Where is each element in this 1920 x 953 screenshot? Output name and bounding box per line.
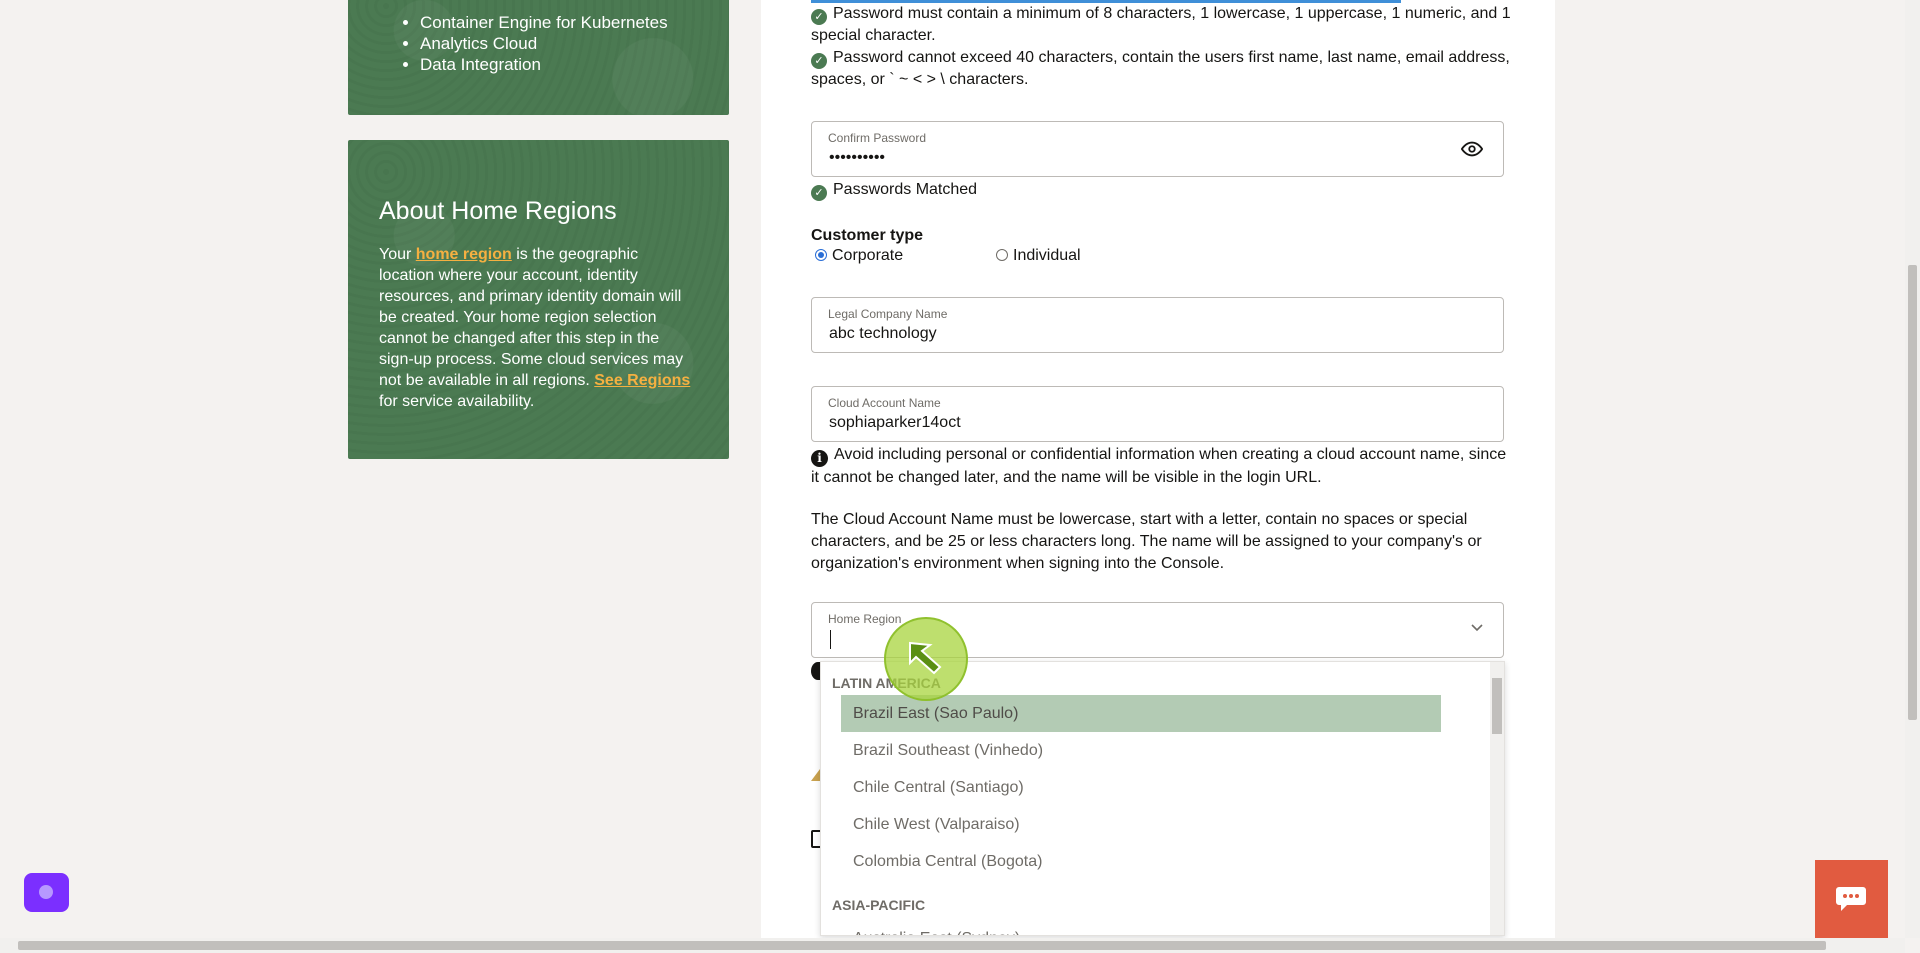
passwords-matched-text: Passwords Matched	[833, 181, 978, 198]
home-region-label: Home Region	[828, 612, 902, 626]
see-regions-link[interactable]: See Regions	[594, 372, 690, 389]
legal-company-name-label: Legal Company Name	[828, 307, 948, 321]
dropdown-scrollbar[interactable]	[1490, 662, 1504, 935]
assistant-launcher-icon[interactable]	[24, 873, 69, 912]
about-text-part: for service availability.	[379, 393, 535, 410]
option-chile-central[interactable]: Chile Central (Santiago)	[841, 769, 1441, 806]
option-colombia-central[interactable]: Colombia Central (Bogota)	[841, 843, 1441, 880]
chat-bubble-icon	[1836, 887, 1866, 911]
info-icon: i	[811, 450, 828, 467]
confirm-password-field[interactable]: Confirm Password ••••••••••	[811, 121, 1504, 177]
check-icon: ✓	[811, 53, 827, 69]
check-icon: ✓	[811, 185, 827, 201]
cursor-arrow-icon	[909, 641, 942, 675]
option-australia-east[interactable]: Australia East (Sydney)	[841, 920, 1441, 935]
radio-label: Individual	[1013, 247, 1081, 264]
cloud-account-name-label: Cloud Account Name	[828, 396, 941, 410]
radio-corporate[interactable]: Corporate	[815, 247, 903, 264]
radio-label: Corporate	[832, 247, 904, 264]
about-title: About Home Regions	[379, 197, 617, 225]
services-card: Container Engine for Kubernetes Analytic…	[348, 0, 729, 115]
service-item: Data Integration	[420, 54, 697, 75]
chevron-down-icon[interactable]	[1469, 619, 1485, 640]
service-item: Container Engine for Kubernetes	[420, 12, 697, 33]
customer-type-options: Corporate Individual	[811, 247, 1081, 265]
about-home-regions-card: About Home Regions Your home region is t…	[348, 140, 729, 459]
about-text-part: is the geographic location where your ac…	[379, 246, 684, 389]
text-caret	[830, 630, 831, 649]
home-region-link[interactable]: home region	[416, 246, 512, 263]
account-name-info-note: i Avoid including personal or confidentia…	[811, 444, 1511, 489]
show-password-eye-icon[interactable]	[1460, 138, 1484, 166]
password-rule-text: Password must contain a minimum of 8 cha…	[811, 5, 1511, 44]
group-asia-pacific: ASIA-PACIFIC	[832, 897, 926, 913]
account-name-rules: The Cloud Account Name must be lowercase…	[811, 511, 1482, 572]
radio-unselected-icon[interactable]	[996, 249, 1008, 261]
password-rule-text: Password cannot exceed 40 characters, co…	[811, 49, 1510, 88]
cloud-account-name-field[interactable]: Cloud Account Name sophiaparker14oct	[811, 386, 1504, 442]
check-icon: ✓	[811, 9, 827, 25]
password-rule-2: ✓ Password cannot exceed 40 characters, c…	[811, 47, 1511, 91]
legal-company-name-field[interactable]: Legal Company Name abc technology	[811, 297, 1504, 353]
radio-individual[interactable]: Individual	[996, 247, 1081, 265]
about-text-part: Your	[379, 246, 416, 263]
chat-button[interactable]	[1815, 860, 1888, 938]
cloud-account-name-value[interactable]: sophiaparker14oct	[829, 414, 961, 432]
service-item: Analytics Cloud	[420, 33, 697, 54]
confirm-password-value[interactable]: ••••••••••	[829, 149, 885, 167]
horizontal-scroll-thumb[interactable]	[18, 941, 1826, 950]
about-text: Your home region is the geographic locat…	[379, 244, 697, 412]
click-cursor-indicator	[884, 617, 968, 701]
services-list: Container Engine for Kubernetes Analytic…	[380, 12, 697, 75]
customer-type-label: Customer type	[811, 227, 924, 244]
info-note-text: Avoid including personal or confidential…	[811, 446, 1507, 486]
confirm-password-label: Confirm Password	[828, 131, 927, 145]
password-rule-1: ✓ Password must contain a minimum of 8 ch…	[811, 3, 1511, 47]
page-scrollbar[interactable]	[1905, 0, 1920, 938]
radio-selected-icon[interactable]	[815, 249, 827, 261]
horizontal-scrollbar[interactable]	[0, 938, 1905, 953]
home-region-dropdown[interactable]: LATIN AMERICA Brazil East (Sao Paulo) Br…	[820, 661, 1505, 936]
page-scroll-thumb[interactable]	[1908, 265, 1917, 720]
passwords-matched-status: ✓ Passwords Matched	[811, 179, 1511, 201]
legal-company-name-value[interactable]: abc technology	[829, 325, 937, 343]
dropdown-scroll-thumb[interactable]	[1492, 678, 1502, 734]
option-brazil-southeast[interactable]: Brazil Southeast (Vinhedo)	[841, 732, 1441, 769]
option-chile-west[interactable]: Chile West (Valparaiso)	[841, 806, 1441, 843]
